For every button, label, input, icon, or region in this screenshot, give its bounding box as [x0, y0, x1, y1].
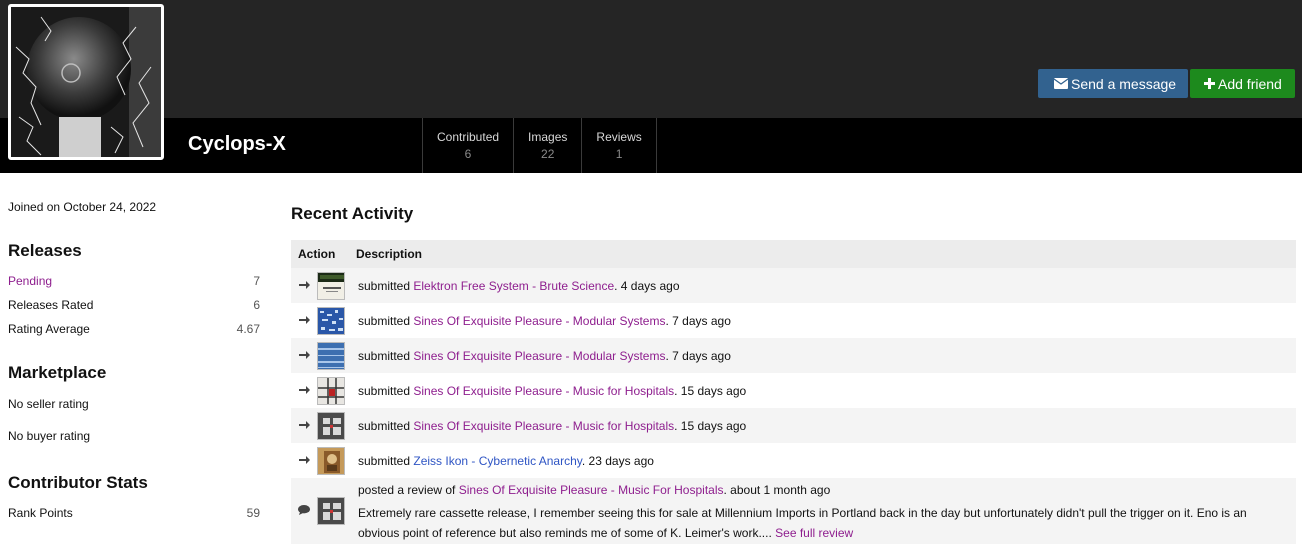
- envelope-icon: [1054, 78, 1068, 89]
- column-action: Action: [298, 247, 336, 261]
- table-row: submitted Sines Of Exquisite Pleasure - …: [291, 373, 1296, 408]
- send-message-button[interactable]: Send a message: [1038, 69, 1188, 98]
- release-thumbnail[interactable]: [317, 303, 349, 338]
- activity-description: submitted Elektron Free System - Brute S…: [349, 268, 1296, 303]
- release-link[interactable]: Sines Of Exquisite Pleasure - Music for …: [413, 384, 674, 398]
- activity-time: . 7 days ago: [665, 313, 731, 328]
- arrow-right-icon: [291, 338, 317, 373]
- rank-points-value: 59: [246, 506, 260, 520]
- table-row: submitted Sines Of Exquisite Pleasure - …: [291, 408, 1296, 443]
- release-thumbnail[interactable]: [317, 443, 349, 478]
- add-friend-button[interactable]: Add friend: [1190, 69, 1295, 98]
- activity-verb: submitted: [358, 383, 411, 398]
- pending-row[interactable]: Pending 7: [8, 269, 260, 293]
- activity-description: submitted Zeiss Ikon - Cybernetic Anarch…: [349, 443, 1296, 478]
- release-link[interactable]: Sines Of Exquisite Pleasure - Music For …: [459, 483, 724, 497]
- activity-description: submitted Sines Of Exquisite Pleasure - …: [349, 338, 1296, 373]
- contributor-section: Contributor Stats Rank Points 59: [8, 473, 260, 525]
- release-thumbnail[interactable]: [317, 408, 349, 443]
- release-thumbnail[interactable]: [317, 338, 349, 373]
- activity-verb: submitted: [358, 278, 411, 293]
- activity-time: . 7 days ago: [665, 348, 731, 363]
- releases-rated-count: 6: [253, 298, 260, 312]
- seller-rating: No seller rating: [8, 397, 89, 411]
- pending-count: 7: [253, 274, 260, 288]
- recent-activity-heading: Recent Activity: [291, 204, 414, 223]
- release-link[interactable]: Sines Of Exquisite Pleasure - Modular Sy…: [413, 349, 665, 363]
- stat-label: Reviews: [596, 130, 642, 144]
- stat-label: Images: [528, 130, 568, 144]
- avatar[interactable]: [8, 4, 164, 160]
- activity-time: . 23 days ago: [581, 453, 654, 468]
- stat-label: Contributed: [437, 130, 500, 144]
- review-excerpt: Extremely rare cassette release, I remem…: [358, 503, 1296, 543]
- activity-description: submitted Sines Of Exquisite Pleasure - …: [349, 408, 1296, 443]
- activity-verb: submitted: [358, 418, 411, 433]
- rating-average-row: Rating Average 4.67: [8, 317, 260, 341]
- stat-images[interactable]: Images 22: [513, 118, 581, 173]
- release-link[interactable]: Sines Of Exquisite Pleasure - Modular Sy…: [413, 314, 665, 328]
- activity-description: posted a review of Sines Of Exquisite Pl…: [349, 478, 1296, 544]
- release-link[interactable]: Sines Of Exquisite Pleasure - Music for …: [413, 419, 674, 433]
- joined-date: Joined on October 24, 2022: [8, 200, 157, 214]
- send-message-label: Send a message: [1071, 75, 1177, 92]
- recent-activity: Recent Activity Action Description submi…: [291, 200, 1296, 544]
- table-row: submitted Zeiss Ikon - Cybernetic Anarch…: [291, 443, 1296, 478]
- release-link[interactable]: Zeiss Ikon - Cybernetic Anarchy: [413, 454, 582, 468]
- contributor-heading: Contributor Stats: [8, 473, 148, 492]
- releases-rated-row: Releases Rated 6: [8, 293, 260, 317]
- rating-average-label: Rating Average: [8, 322, 90, 336]
- activity-verb: posted a review of: [358, 483, 456, 497]
- comment-icon: [291, 478, 317, 544]
- marketplace-section: Marketplace No seller rating No buyer ra…: [8, 363, 260, 455]
- add-friend-label: Add friend: [1218, 75, 1282, 92]
- activity-description: submitted Sines Of Exquisite Pleasure - …: [349, 303, 1296, 338]
- releases-rated-label: Releases Rated: [8, 298, 94, 312]
- table-row: submitted Elektron Free System - Brute S…: [291, 268, 1296, 303]
- stat-reviews[interactable]: Reviews 1: [581, 118, 657, 173]
- arrow-right-icon: [291, 408, 317, 443]
- rating-average-value: 4.67: [236, 322, 260, 336]
- see-full-review-link[interactable]: See full review: [775, 526, 853, 540]
- rank-points-row: Rank Points 59: [8, 501, 260, 525]
- arrow-right-icon: [291, 268, 317, 303]
- profile-header: [0, 0, 1302, 118]
- activity-verb: submitted: [358, 348, 411, 363]
- release-thumbnail[interactable]: [317, 373, 349, 408]
- arrow-right-icon: [291, 443, 317, 478]
- activity-verb: submitted: [358, 453, 411, 468]
- pending-link[interactable]: Pending: [8, 274, 52, 288]
- marketplace-heading: Marketplace: [8, 363, 107, 382]
- table-row: submitted Sines Of Exquisite Pleasure - …: [291, 303, 1296, 338]
- column-description: Description: [356, 247, 423, 261]
- arrow-right-icon: [291, 303, 317, 338]
- username: Cyclops-X: [188, 133, 286, 155]
- activity-time: . 15 days ago: [674, 418, 747, 433]
- activity-verb: submitted: [358, 313, 411, 328]
- release-thumbnail[interactable]: [317, 478, 349, 544]
- activity-time: . 15 days ago: [674, 383, 747, 398]
- release-thumbnail[interactable]: [317, 268, 349, 303]
- profile-sidebar: Joined on October 24, 2022 Releases Pend…: [8, 200, 260, 543]
- releases-section: Releases Pending 7 Releases Rated 6 Rati…: [8, 241, 260, 341]
- profile-stats: Contributed 6 Images 22 Reviews 1: [422, 118, 657, 173]
- stat-value: 22: [541, 147, 555, 161]
- activity-time: . about 1 month ago: [723, 483, 831, 497]
- activity-time: . 4 days ago: [614, 278, 680, 293]
- table-row: submitted Sines Of Exquisite Pleasure - …: [291, 338, 1296, 373]
- stat-value: 1: [615, 147, 623, 161]
- table-row-review: posted a review of Sines Of Exquisite Pl…: [291, 478, 1296, 544]
- table-header-row: Action Description: [291, 240, 1296, 268]
- plus-icon: [1204, 78, 1215, 89]
- stat-value: 6: [464, 147, 472, 161]
- rank-points-label: Rank Points: [8, 506, 73, 520]
- activity-table: Action Description submitted Elektron Fr…: [291, 240, 1296, 544]
- stat-contributed[interactable]: Contributed 6: [422, 118, 513, 173]
- activity-description: submitted Sines Of Exquisite Pleasure - …: [349, 373, 1296, 408]
- buyer-rating: No buyer rating: [8, 429, 91, 443]
- releases-heading: Releases: [8, 241, 82, 260]
- arrow-right-icon: [291, 373, 317, 408]
- release-link[interactable]: Elektron Free System - Brute Science: [413, 279, 614, 293]
